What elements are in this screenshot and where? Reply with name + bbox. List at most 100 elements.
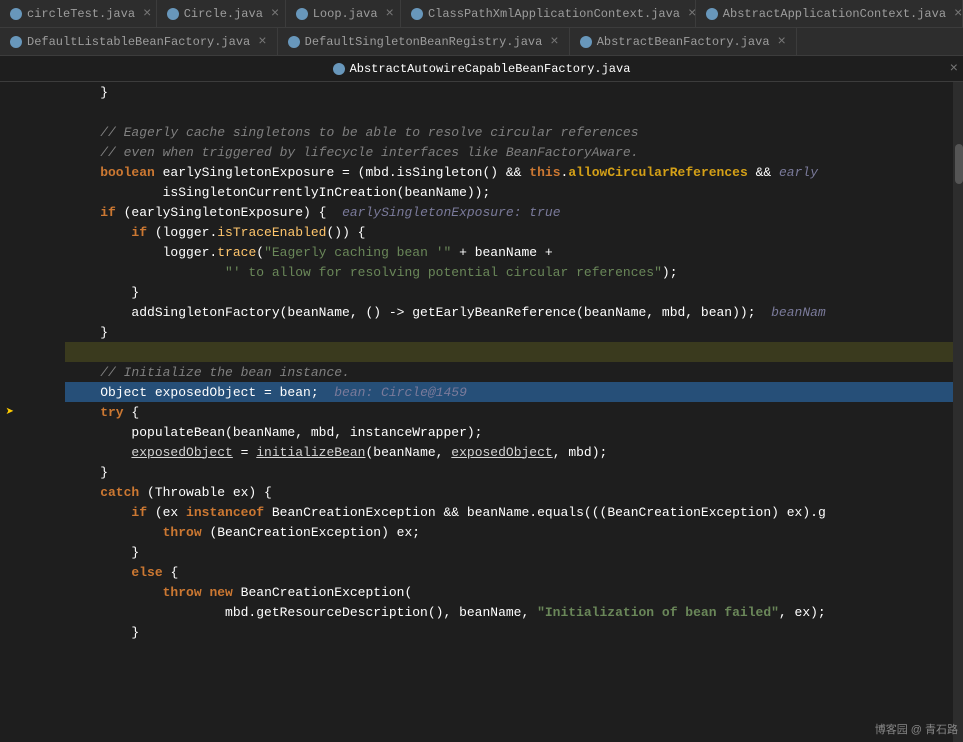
tab-label: Loop.java	[313, 7, 378, 21]
debug-line	[0, 242, 20, 262]
tab-icon	[411, 8, 423, 20]
tab-icon	[333, 63, 345, 75]
close-icon[interactable]: ×	[386, 6, 394, 22]
code-line-comment2: // even when triggered by lifecycle inte…	[65, 142, 953, 162]
watermark: 博客园 @ 青石路	[875, 721, 958, 737]
tab-circle[interactable]: Circle.java ×	[157, 0, 286, 28]
debug-line	[0, 682, 20, 702]
debug-gutter: ➤	[0, 82, 20, 742]
tab-active-file[interactable]: AbstractAutowireCapableBeanFactory.java …	[0, 56, 963, 82]
code-line-if: if (earlySingletonExposure) { earlySingl…	[65, 202, 953, 222]
close-icon[interactable]: ×	[778, 34, 786, 50]
debug-line	[0, 702, 20, 722]
tab-circleTest[interactable]: circleTest.java ×	[0, 0, 157, 28]
tab-bar-row3: AbstractAutowireCapableBeanFactory.java …	[0, 56, 963, 82]
tab-defaultlistable[interactable]: DefaultListableBeanFactory.java ×	[0, 28, 278, 56]
tab-label: AbstractAutowireCapableBeanFactory.java	[350, 62, 631, 76]
scrollbar-thumb[interactable]	[955, 144, 963, 184]
debug-line	[0, 662, 20, 682]
tab-abstractbean[interactable]: AbstractBeanFactory.java ×	[570, 28, 797, 56]
tab-label: DefaultListableBeanFactory.java	[27, 35, 250, 49]
tab-label: ClassPathXmlApplicationContext.java	[428, 7, 680, 21]
debug-line	[0, 602, 20, 622]
close-icon[interactable]: ×	[550, 34, 558, 50]
tab-icon	[10, 36, 22, 48]
code-line-populate: populateBean(beanName, mbd, instanceWrap…	[65, 422, 953, 442]
debug-line	[0, 142, 20, 162]
debug-line	[0, 362, 20, 382]
debug-line	[0, 542, 20, 562]
code-line-if2: if (logger.isTraceEnabled()) {	[65, 222, 953, 242]
code-line-throw2: throw new BeanCreationException(	[65, 582, 953, 602]
debug-line	[0, 222, 20, 242]
code-line-catch: catch (Throwable ex) {	[65, 482, 953, 502]
tab-classpathxml[interactable]: ClassPathXmlApplicationContext.java ×	[401, 0, 696, 28]
debug-line	[0, 162, 20, 182]
code-line-boolean: boolean earlySingletonExposure = (mbd.is…	[65, 162, 953, 182]
debug-line	[0, 582, 20, 602]
tab-abstractapp[interactable]: AbstractApplicationContext.java ×	[696, 0, 963, 28]
main-area: ➤	[0, 82, 963, 742]
debug-line	[0, 202, 20, 222]
code-line-string: "' to allow for resolving potential circ…	[65, 262, 953, 282]
tab-icon	[167, 8, 179, 20]
code-line-logger: logger.trace("Eagerly caching bean '" + …	[65, 242, 953, 262]
debug-line	[0, 442, 20, 462]
tab-label: Circle.java	[184, 7, 263, 21]
code-line-try: try {	[65, 402, 953, 422]
debug-line	[0, 562, 20, 582]
code-line-else: else {	[65, 562, 953, 582]
debug-line	[0, 302, 20, 322]
debug-line	[0, 382, 20, 402]
code-line	[65, 102, 953, 122]
tab-label: AbstractApplicationContext.java	[723, 7, 946, 21]
tab-bar-row2: DefaultListableBeanFactory.java × Defaul…	[0, 28, 963, 56]
code-editor[interactable]: } // Eagerly cache singletons to be able…	[65, 82, 953, 742]
current-line-indicator: ➤	[2, 404, 18, 420]
debug-line	[0, 102, 20, 122]
code-line-addfactory: addSingletonFactory(beanName, () -> getE…	[65, 302, 953, 322]
code-line: }	[65, 282, 953, 302]
debug-line	[0, 642, 20, 662]
close-icon[interactable]: ×	[954, 6, 962, 22]
debug-line	[0, 282, 20, 302]
tab-bar-row1: circleTest.java × Circle.java × Loop.jav…	[0, 0, 963, 28]
close-icon[interactable]: ×	[271, 6, 279, 22]
debug-line	[0, 122, 20, 142]
tab-icon	[10, 8, 22, 20]
close-icon[interactable]: ×	[950, 61, 958, 77]
code-line: }	[65, 622, 953, 642]
debug-line	[0, 482, 20, 502]
tab-icon	[296, 8, 308, 20]
debug-line	[0, 522, 20, 542]
tab-icon	[288, 36, 300, 48]
tab-defaultsingleton[interactable]: DefaultSingletonBeanRegistry.java ×	[278, 28, 570, 56]
tab-loop[interactable]: Loop.java ×	[286, 0, 401, 28]
debug-line-arrow: ➤	[0, 402, 20, 422]
debug-line	[0, 462, 20, 482]
tab-icon	[580, 36, 592, 48]
code-line-comment1: // Eagerly cache singletons to be able t…	[65, 122, 953, 142]
debug-line	[0, 262, 20, 282]
line-numbers	[20, 82, 65, 742]
code-line-singleton: isSingletonCurrentlyInCreation(beanName)…	[65, 182, 953, 202]
close-icon[interactable]: ×	[143, 6, 151, 22]
close-icon[interactable]: ×	[258, 34, 266, 50]
tab-label: DefaultSingletonBeanRegistry.java	[305, 35, 543, 49]
debug-line	[0, 342, 20, 362]
debug-line	[0, 622, 20, 642]
code-line-getresource: mbd.getResourceDescription(), beanName, …	[65, 602, 953, 622]
debug-line	[0, 82, 20, 102]
tab-label: circleTest.java	[27, 7, 135, 21]
debug-line	[0, 502, 20, 522]
debug-line	[0, 182, 20, 202]
code-line-throw1: throw (BeanCreationException) ex;	[65, 522, 953, 542]
tab-icon	[706, 8, 718, 20]
code-line-selected: Object exposedObject = bean; bean: Circl…	[65, 382, 953, 402]
debug-line	[0, 322, 20, 342]
code-line-instanceof: if (ex instanceof BeanCreationException …	[65, 502, 953, 522]
code-line: }	[65, 82, 953, 102]
vertical-scrollbar[interactable]	[953, 82, 963, 742]
code-line-yellow	[65, 342, 953, 362]
code-line: }	[65, 462, 953, 482]
